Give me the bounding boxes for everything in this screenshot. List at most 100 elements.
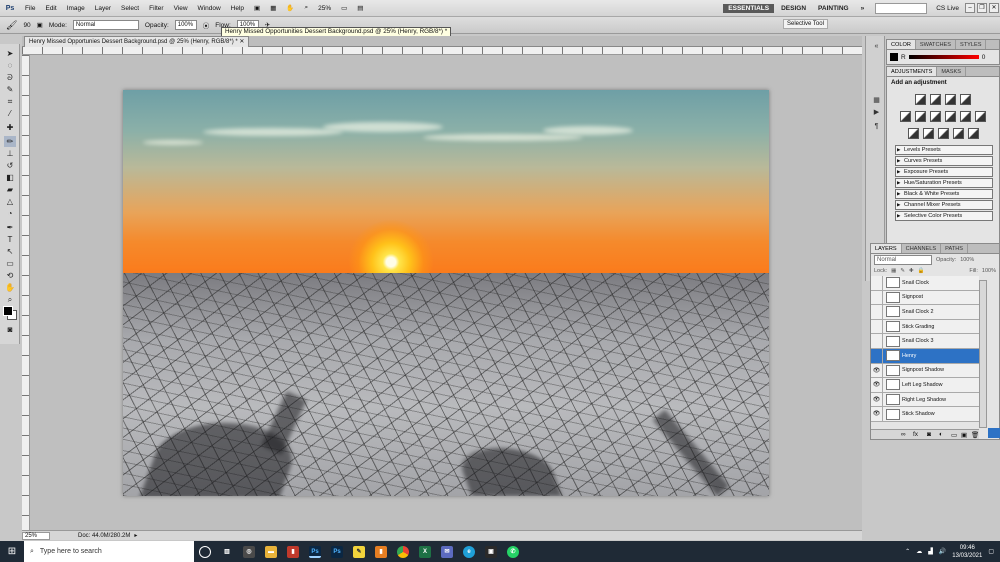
lasso-tool-icon[interactable]: ᘐ	[4, 72, 16, 83]
hue-saturation-icon[interactable]	[915, 111, 926, 122]
channel-mixer-icon[interactable]	[975, 111, 986, 122]
tab-swatches[interactable]: SWATCHES	[916, 40, 956, 49]
exposure-icon[interactable]	[960, 94, 971, 105]
volume-icon[interactable]: 🔊	[939, 548, 946, 555]
layers-scrollbar[interactable]	[979, 280, 987, 428]
menu-file[interactable]: File	[20, 5, 40, 12]
vertical-ruler[interactable]	[22, 55, 30, 530]
blur-tool-icon[interactable]: △	[4, 196, 16, 207]
zoom-level-dropdown[interactable]: 25%	[313, 5, 336, 12]
app-icon-5[interactable]: ▣	[480, 541, 502, 562]
vibrance-icon[interactable]	[900, 111, 911, 122]
arrange-documents-icon[interactable]: ▤	[352, 4, 368, 12]
photoshop-taskbar-icon-active[interactable]: Ps	[304, 541, 326, 562]
new-layer-icon[interactable]: ▣	[961, 431, 967, 439]
menu-layer[interactable]: Layer	[90, 5, 116, 12]
document-tab-close-icon[interactable]: ✕	[239, 39, 244, 45]
workspace-essentials[interactable]: ESSENTIALS	[723, 3, 775, 13]
status-menu-chevron-icon[interactable]: ▸	[134, 532, 137, 539]
eye-icon[interactable]: 👁	[871, 407, 883, 421]
horizontal-ruler[interactable]	[22, 47, 862, 55]
marquee-tool-icon[interactable]: ◌	[4, 60, 16, 71]
visibility-toggle[interactable]	[871, 276, 883, 290]
gradient-map-icon[interactable]	[952, 128, 964, 139]
workspace-design[interactable]: DESIGN	[776, 4, 811, 13]
actions-panel-icon[interactable]: ▶	[872, 108, 881, 117]
menu-help[interactable]: Help	[226, 5, 249, 12]
trash-icon[interactable]: 🗑	[971, 431, 979, 439]
visibility-toggle[interactable]	[871, 290, 883, 305]
zoom-tool-icon[interactable]: ⌕	[4, 294, 16, 305]
brush-panel-icon[interactable]: ▣	[37, 21, 43, 29]
link-layers-icon[interactable]: ∞	[901, 431, 906, 438]
levels-icon[interactable]	[930, 94, 941, 105]
menu-edit[interactable]: Edit	[40, 5, 61, 12]
foreground-color-swatch[interactable]	[3, 306, 13, 316]
restore-icon[interactable]: ❐	[977, 3, 987, 13]
spot-healing-tool-icon[interactable]: ✚	[4, 122, 16, 133]
tab-adjustments[interactable]: ADJUSTMENTS	[887, 67, 938, 76]
network-icon[interactable]: ▟	[928, 548, 933, 555]
posterize-icon[interactable]	[922, 128, 934, 139]
workspace-painting[interactable]: PAINTING	[813, 4, 854, 13]
app-icon-4[interactable]: ✉	[436, 541, 458, 562]
preset-selective-color[interactable]: Selective Color Presets	[895, 211, 993, 221]
hand-tool-icon[interactable]: ✋	[281, 4, 299, 12]
layer-row[interactable]: 👁 Stick Shadow	[871, 407, 979, 422]
workspace-more-icon[interactable]: »	[856, 4, 870, 13]
layer-row[interactable]: Stick Grading	[871, 319, 979, 335]
eye-icon[interactable]: 👁	[871, 392, 883, 407]
layer-row[interactable]: 👁 Left Leg Shadow	[871, 378, 979, 393]
shape-tool-icon[interactable]: ▭	[4, 258, 16, 269]
visibility-toggle[interactable]	[871, 305, 883, 319]
visibility-toggle[interactable]	[871, 348, 883, 363]
black-white-icon[interactable]	[945, 111, 956, 122]
bridge-icon[interactable]: ▣	[249, 4, 265, 12]
brightness-contrast-icon[interactable]	[915, 94, 926, 105]
zoom-tool-icon[interactable]: ⌕	[299, 4, 313, 12]
red-value[interactable]: 0	[982, 54, 986, 61]
layer-opacity-input[interactable]: 100%	[960, 257, 974, 263]
minibridge-icon[interactable]: ▦	[265, 4, 281, 12]
menu-filter[interactable]: Filter	[144, 5, 168, 12]
new-group-icon[interactable]: ▭	[951, 431, 957, 439]
dodge-tool-icon[interactable]: ◔	[4, 208, 16, 219]
cortana-icon[interactable]	[194, 541, 216, 562]
screen-mode-icon[interactable]: ▭	[336, 4, 352, 12]
chrome-icon[interactable]	[392, 541, 414, 562]
lock-pixels-icon[interactable]: ✎	[900, 268, 905, 274]
history-brush-tool-icon[interactable]: ↺	[4, 160, 16, 171]
preset-exposure[interactable]: Exposure Presets	[895, 167, 993, 177]
pressure-opacity-icon[interactable]: ⦿	[203, 20, 210, 30]
tab-color[interactable]: COLOR	[887, 40, 916, 49]
hand-tool-icon[interactable]: ✋	[4, 282, 16, 293]
app-icon-3[interactable]: ▮	[370, 541, 392, 562]
quick-mask-icon[interactable]: ◙	[4, 324, 16, 335]
visibility-toggle[interactable]	[871, 334, 883, 348]
menu-view[interactable]: View	[169, 5, 193, 12]
excel-icon[interactable]: X	[414, 541, 436, 562]
edge-icon[interactable]: e	[458, 541, 480, 562]
layer-row[interactable]: Signpost	[871, 290, 979, 306]
move-tool-icon[interactable]: ➤	[4, 48, 16, 59]
pen-tool-icon[interactable]: ✒	[4, 222, 16, 233]
preset-levels[interactable]: Levels Presets	[895, 145, 993, 155]
brush-size-picker[interactable]: 90	[23, 22, 30, 29]
blend-mode-select[interactable]: Normal	[874, 254, 932, 265]
tab-paths[interactable]: PATHS	[941, 244, 968, 253]
zoom-input[interactable]: 25%	[22, 531, 50, 540]
app-icon-1[interactable]: ◎	[238, 541, 260, 562]
preset-curves[interactable]: Curves Presets	[895, 156, 993, 166]
eyedropper-tool-icon[interactable]: ⁄	[4, 108, 16, 119]
type-tool-icon[interactable]: T	[4, 234, 16, 245]
help-search-input[interactable]	[875, 2, 928, 14]
preset-hue-saturation[interactable]: Hue/Saturation Presets	[895, 178, 993, 188]
clone-stamp-tool-icon[interactable]: ⊥	[4, 148, 16, 159]
lock-position-icon[interactable]: ✚	[909, 268, 914, 274]
menu-select[interactable]: Select	[116, 5, 144, 12]
whatsapp-icon[interactable]: ✆	[502, 541, 524, 562]
adjustment-layer-icon[interactable]: ◐	[939, 431, 943, 438]
notifications-icon[interactable]: ▢	[988, 548, 994, 555]
layer-row[interactable]: Snail Clock 3	[871, 334, 979, 349]
quick-selection-tool-icon[interactable]: ✎	[4, 84, 16, 95]
